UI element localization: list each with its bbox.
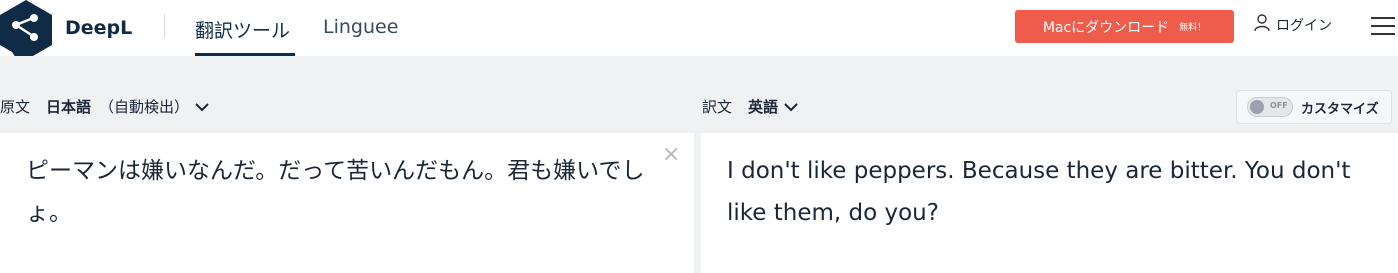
login-label: ログイン xyxy=(1276,18,1332,34)
close-icon[interactable]: × xyxy=(662,144,680,166)
language-bar xyxy=(0,56,1398,133)
brand-name[interactable]: DeepL xyxy=(65,17,132,39)
toggle-knob xyxy=(1250,100,1264,114)
source-label: 原文 xyxy=(0,98,31,116)
hamburger-menu-icon[interactable] xyxy=(1371,17,1395,35)
customize-toggle-button[interactable]: OFF カスタマイズ xyxy=(1236,90,1392,124)
source-text-input[interactable]: ピーマンは嫌いなんだ。だって苦いんだもん。君も嫌いでしょ。 xyxy=(26,150,666,234)
chevron-down-icon xyxy=(784,98,798,116)
login-button[interactable]: ログイン xyxy=(1254,14,1332,36)
top-header: DeepL 翻訳ツール Linguee Macにダウンロード 無料！ ログイン xyxy=(0,0,1398,64)
target-label: 訳文 xyxy=(702,98,733,116)
target-language: 英語 xyxy=(748,98,779,116)
panel-divider xyxy=(694,133,701,273)
translation-output: I don't like peppers. Because they are b… xyxy=(727,158,1351,226)
source-language-selector[interactable]: 原文 日本語 （自動検出） xyxy=(0,96,209,117)
chevron-down-icon xyxy=(195,98,209,116)
target-language-selector[interactable]: 訳文 英語 xyxy=(702,96,798,117)
mac-download-label: Macにダウンロード xyxy=(1042,19,1170,36)
source-language: 日本語 xyxy=(46,98,92,116)
customize-label: カスタマイズ xyxy=(1301,101,1379,117)
toggle-state-label: OFF xyxy=(1270,101,1288,110)
auto-detect-note: （自動検出） xyxy=(99,98,190,116)
tab-translator[interactable]: 翻訳ツール xyxy=(195,16,290,43)
header-divider xyxy=(164,14,165,38)
free-badge: 無料！ xyxy=(1179,23,1207,33)
deepl-logo-icon[interactable] xyxy=(0,0,52,64)
mac-download-button[interactable]: Macにダウンロード 無料！ xyxy=(1015,10,1234,43)
tab-linguee[interactable]: Linguee xyxy=(323,16,398,38)
customize-toggle[interactable]: OFF xyxy=(1247,97,1293,117)
user-icon xyxy=(1254,14,1270,36)
